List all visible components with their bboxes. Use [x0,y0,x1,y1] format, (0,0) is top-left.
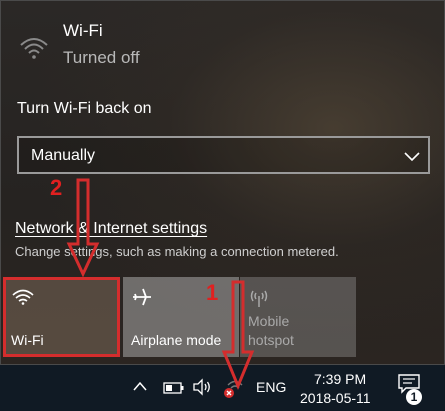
wifi-header[interactable]: Wi-Fi Turned off [1,1,445,91]
annotation-step-1-number: 1 [206,280,219,305]
network-internet-settings-link[interactable]: Network & Internet settings [15,220,207,238]
volume-icon[interactable] [192,378,212,401]
dropdown-selected-value: Manually [31,147,96,164]
chevron-down-icon [404,149,420,167]
wifi-quick-action-tile[interactable]: Wi-Fi [3,277,120,357]
airplane-icon [131,287,153,312]
clock-date[interactable]: 2018-05-11 [300,390,371,406]
wifi-tile-label: Wi-Fi [11,332,44,348]
wifi-icon [11,287,35,310]
annotation-arrow-1 [221,280,255,390]
annotation-step-2-number: 2 [50,175,63,200]
wifi-status: Turned off [63,48,140,67]
wifi-off-icon [19,35,49,64]
mobile-hotspot-tile[interactable]: Mobile hotspot [240,277,356,357]
notification-count-badge: 1 [406,389,422,405]
network-settings-description: Change settings, such as making a connec… [15,244,339,259]
chevron-up-icon[interactable] [132,379,148,397]
turn-wifi-back-on-label: Turn Wi-Fi back on [17,100,152,117]
battery-icon[interactable] [163,381,185,399]
language-indicator[interactable]: ENG [256,379,286,395]
airplane-tile-label: Airplane mode [131,332,222,348]
wifi-network-name: Wi-Fi [63,21,103,40]
clock-time[interactable]: 7:39 PM [314,371,366,387]
turn-wifi-back-on-dropdown[interactable]: Manually [17,136,430,174]
annotation-arrow-2 [66,178,100,278]
